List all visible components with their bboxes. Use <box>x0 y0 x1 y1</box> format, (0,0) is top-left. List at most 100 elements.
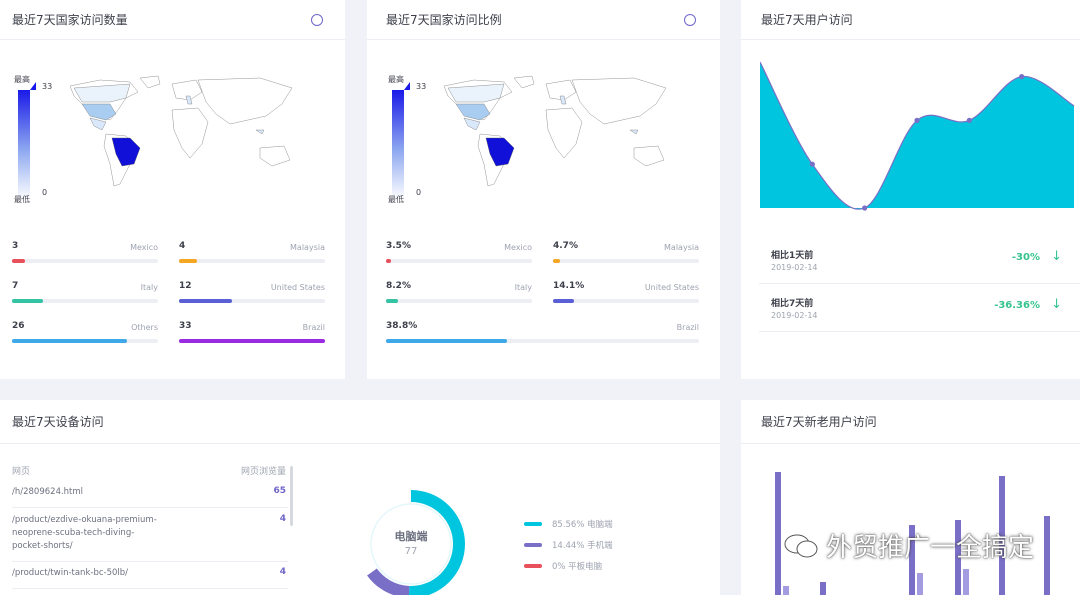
bar-series-1[interactable] <box>1044 515 1050 595</box>
map-greenland <box>139 75 161 89</box>
stat-label: United States <box>270 283 325 292</box>
card-title: 最近7天国家访问比例 <box>386 13 502 27</box>
circle-options-icon[interactable] <box>311 13 323 26</box>
area-point[interactable] <box>1019 74 1025 80</box>
stat-value: 12 <box>179 281 192 291</box>
user-visits-card: 最近7天用户访问 相比1天前 2019-02-14 -30% ↓ 相比7天前 2019-0… <box>741 0 1080 379</box>
legend-low-label: 最低 <box>14 195 30 204</box>
bar-series-2[interactable] <box>963 568 969 595</box>
legend-max-handle[interactable] <box>30 82 36 90</box>
area-fill <box>760 62 1074 210</box>
map-asia <box>571 77 667 125</box>
stat-progress-track <box>553 299 699 303</box>
stat-progress-track <box>179 299 325 303</box>
table-scrollbar[interactable] <box>290 466 293 526</box>
stat-progress-fill <box>12 299 43 303</box>
page-path[interactable]: /product/ezdive-okuana-premium-neoprene-… <box>12 514 162 553</box>
map-malaysia <box>629 129 639 135</box>
legend-gradient <box>392 90 404 200</box>
circle-options-icon[interactable] <box>684 13 696 26</box>
stat-progress-track <box>12 299 158 303</box>
area-point[interactable] <box>966 117 972 123</box>
arrow-down-icon: ↓ <box>1051 249 1062 264</box>
table-row[interactable]: /h/2809624.html 65 <box>12 486 288 508</box>
bar-series-2[interactable] <box>917 573 923 595</box>
legend-swatch <box>524 564 542 568</box>
page-view-count: 4 <box>279 514 286 524</box>
donut-inner-ring <box>370 503 452 585</box>
area-point[interactable] <box>862 205 868 211</box>
comparison-row: 相比7天前 2019-02-14 -36.36% ↓ <box>759 286 1080 332</box>
page-view-count: 65 <box>273 486 286 496</box>
map-australia <box>633 145 665 167</box>
stat-item: 38.8% Brazil <box>386 321 699 345</box>
stat-label: Italy <box>514 283 532 292</box>
arrow-down-icon: ↓ <box>1051 297 1062 312</box>
column-header-views[interactable]: 网页浏览量 <box>241 464 286 477</box>
user-visits-area-chart <box>760 61 1075 211</box>
legend-label: 85.56% 电脑端 <box>552 520 613 530</box>
legend-swatch <box>524 543 542 547</box>
legend-max-value: 33 <box>42 82 53 91</box>
card-title: 最近7天新老用户访问 <box>761 415 877 429</box>
legend-item[interactable]: 14.44% 手机端 <box>524 539 613 551</box>
legend-item[interactable]: 85.56% 电脑端 <box>524 518 613 530</box>
device-donut-chart: 电脑端 77 <box>357 490 465 595</box>
legend-high-label: 最高 <box>14 75 30 84</box>
card-header: 最近7天设备访问 <box>0 400 720 444</box>
bar-series-2[interactable] <box>783 586 789 595</box>
card-title: 最近7天设备访问 <box>12 415 104 429</box>
stat-value: 33 <box>179 321 192 331</box>
stat-progress-track <box>179 259 325 263</box>
legend-item[interactable]: 0% 平板电脑 <box>524 560 602 572</box>
stat-label: Malaysia <box>290 243 325 252</box>
stat-item: 12 United States <box>179 281 325 305</box>
stat-item: 26 Others <box>12 321 158 345</box>
comparison-date: 2019-02-14 <box>771 263 818 272</box>
stat-value: 14.1% <box>553 281 585 291</box>
stat-progress-fill <box>12 259 26 263</box>
legend-low-label: 最低 <box>388 195 404 204</box>
new-old-users-card: 最近7天新老用户访问 <box>741 400 1080 595</box>
stat-label: Brazil <box>302 323 325 332</box>
area-point[interactable] <box>914 117 920 123</box>
stat-value: 4.7% <box>553 241 578 251</box>
bar-series-1[interactable] <box>775 471 781 595</box>
stat-label: Others <box>131 323 158 332</box>
legend-min-value: 0 <box>42 188 48 197</box>
page-path[interactable]: /h/2809624.html <box>12 486 162 499</box>
map-mexico <box>89 117 107 131</box>
stat-progress-fill <box>179 299 232 303</box>
stat-label: Malaysia <box>664 243 699 252</box>
comparison-title: 相比7天前 <box>771 299 814 309</box>
world-map-svg <box>443 75 667 187</box>
legend-max-value: 33 <box>416 82 427 91</box>
stat-progress-fill <box>553 259 560 263</box>
stat-item: 3.5% Mexico <box>386 241 532 265</box>
stat-value: 4 <box>179 241 186 251</box>
column-header-page[interactable]: 网页 <box>12 464 30 477</box>
stat-progress-fill <box>179 259 197 263</box>
card-header: 最近7天新老用户访问 <box>741 400 1080 444</box>
stat-item: 8.2% Italy <box>386 281 532 305</box>
stat-progress-track <box>12 339 158 343</box>
stat-progress-track <box>386 339 699 343</box>
comparison-value: -36.36% <box>994 300 1040 311</box>
stat-item: 3 Mexico <box>12 241 158 265</box>
legend-max-handle[interactable] <box>404 82 410 90</box>
stat-value: 8.2% <box>386 281 411 291</box>
area-point[interactable] <box>809 161 815 167</box>
page-path[interactable]: /product/twin-tank-bc-50lb/ <box>12 567 162 580</box>
legend-label: 14.44% 手机端 <box>552 541 613 551</box>
stat-progress-fill <box>386 339 508 343</box>
table-row[interactable]: /product/twin-tank-bc-50lb/4 <box>12 567 288 589</box>
stat-value: 3 <box>12 241 19 251</box>
bar-series-1[interactable] <box>820 581 826 595</box>
stat-progress-fill <box>12 339 128 343</box>
world-map: 最高 33 0 最低 <box>12 34 332 204</box>
table-row[interactable]: /product/ezdive-okuana-premium-neoprene-… <box>12 514 288 562</box>
card-title: 最近7天国家访问数量 <box>12 13 128 27</box>
stat-value: 26 <box>12 321 25 331</box>
legend-min-value: 0 <box>416 188 422 197</box>
watermark-text: 外贸推广一全搞定 <box>826 533 1035 563</box>
